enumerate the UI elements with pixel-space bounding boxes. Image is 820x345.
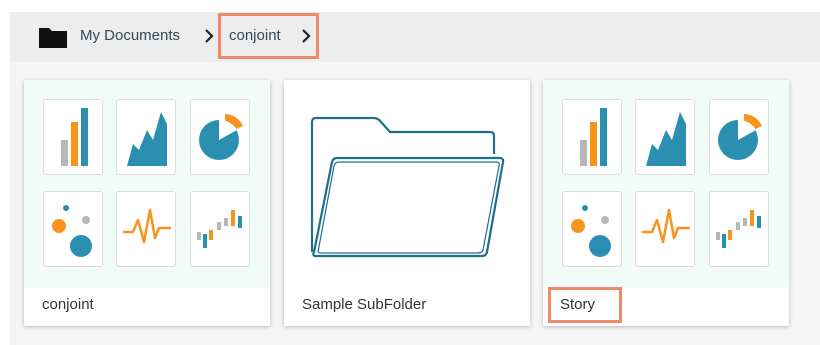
card-label: conjoint bbox=[42, 296, 94, 313]
folder-icon[interactable] bbox=[38, 25, 68, 49]
pie-chart-icon bbox=[190, 99, 250, 175]
card-story[interactable]: Story bbox=[543, 80, 789, 326]
area-chart-icon bbox=[116, 99, 176, 175]
chevron-right-icon bbox=[302, 29, 311, 43]
line-chart-icon bbox=[116, 191, 176, 267]
breadcrumb-my-documents[interactable]: My Documents bbox=[80, 27, 180, 44]
line-chart-icon bbox=[635, 191, 695, 267]
card-label: Sample SubFolder bbox=[302, 296, 427, 313]
bubble-chart-icon bbox=[562, 191, 622, 267]
card-label: Story bbox=[560, 296, 596, 313]
card-sample-subfolder[interactable]: Sample SubFolder bbox=[284, 80, 530, 326]
waterfall-chart-icon bbox=[709, 191, 769, 267]
bubble-chart-icon bbox=[43, 191, 103, 267]
bar-chart-icon bbox=[43, 99, 103, 175]
breadcrumb: My Documents conjoint bbox=[10, 12, 820, 62]
card-thumbnail bbox=[24, 80, 270, 288]
breadcrumb-conjoint[interactable]: conjoint bbox=[229, 27, 281, 44]
card-thumbnail bbox=[543, 80, 789, 288]
waterfall-chart-icon bbox=[190, 191, 250, 267]
card-thumbnail bbox=[284, 80, 530, 288]
folder-icon bbox=[310, 116, 505, 258]
area-chart-icon bbox=[635, 99, 695, 175]
chevron-right-icon bbox=[205, 29, 214, 43]
bar-chart-icon bbox=[562, 99, 622, 175]
pie-chart-icon bbox=[709, 99, 769, 175]
card-conjoint[interactable]: conjoint bbox=[24, 80, 270, 326]
